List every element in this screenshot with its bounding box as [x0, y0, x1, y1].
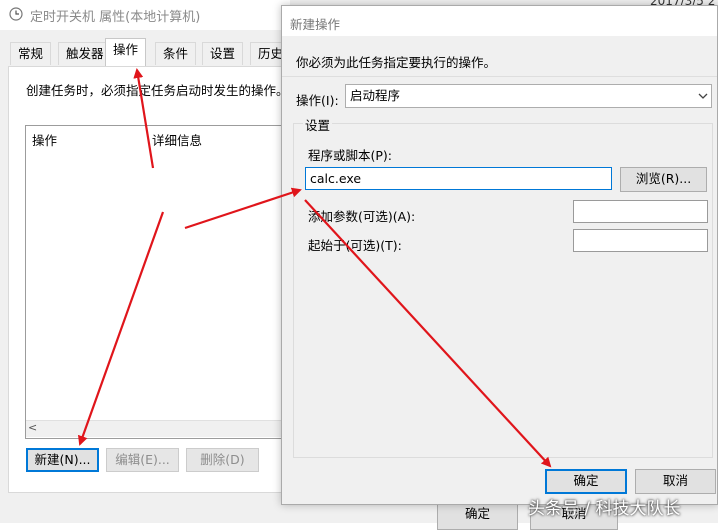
dialog-cancel-button[interactable]: 取消 [635, 469, 716, 494]
operation-label: 操作(I): [296, 93, 339, 108]
dialog-separator [282, 76, 717, 77]
browse-button[interactable]: 浏览(R)... [620, 167, 707, 192]
horizontal-scrollbar[interactable] [26, 420, 284, 437]
dialog-titlebar [282, 6, 717, 36]
dialog-title: 新建操作 [290, 17, 341, 32]
new-action-button[interactable]: 新建(N)... [26, 448, 99, 472]
edit-action-button[interactable]: 编辑(E)... [106, 448, 179, 472]
dialog-ok-button[interactable]: 确定 [545, 469, 627, 494]
program-label: 程序或脚本(P): [308, 148, 393, 163]
start-in-label: 起始于(可选)(T): [308, 238, 402, 253]
tab-triggers[interactable]: 触发器 [58, 42, 112, 65]
actions-list[interactable] [25, 125, 287, 439]
column-header-details[interactable]: 详细信息 [152, 130, 202, 149]
chevron-down-icon[interactable] [698, 92, 708, 100]
clock-icon [9, 7, 23, 21]
arguments-label: 添加参数(可选)(A): [308, 209, 416, 224]
settings-group-label: 设置 [303, 115, 333, 134]
program-input[interactable]: calc.exe [305, 167, 612, 190]
column-header-action[interactable]: 操作 [32, 130, 57, 149]
properties-title: 定时开关机 属性(本地计算机) [30, 10, 201, 25]
arguments-input[interactable] [573, 200, 708, 223]
watermark: 头条号 / 科技大队长 [528, 499, 681, 519]
tab-settings[interactable]: 设置 [202, 42, 244, 65]
scroll-left-icon[interactable]: < [28, 421, 42, 435]
dialog-instruction: 你必须为此任务指定要执行的操作。 [296, 55, 497, 70]
delete-action-button[interactable]: 删除(D) [186, 448, 259, 472]
operation-select[interactable]: 启动程序 [345, 84, 712, 108]
tab-conditions[interactable]: 条件 [155, 42, 197, 65]
tab-general[interactable]: 常规 [10, 42, 52, 65]
actions-description: 创建任务时，必须指定任务启动时发生的操作。 [26, 83, 289, 98]
start-in-input[interactable] [573, 229, 708, 252]
tab-actions[interactable]: 操作 [105, 38, 147, 66]
